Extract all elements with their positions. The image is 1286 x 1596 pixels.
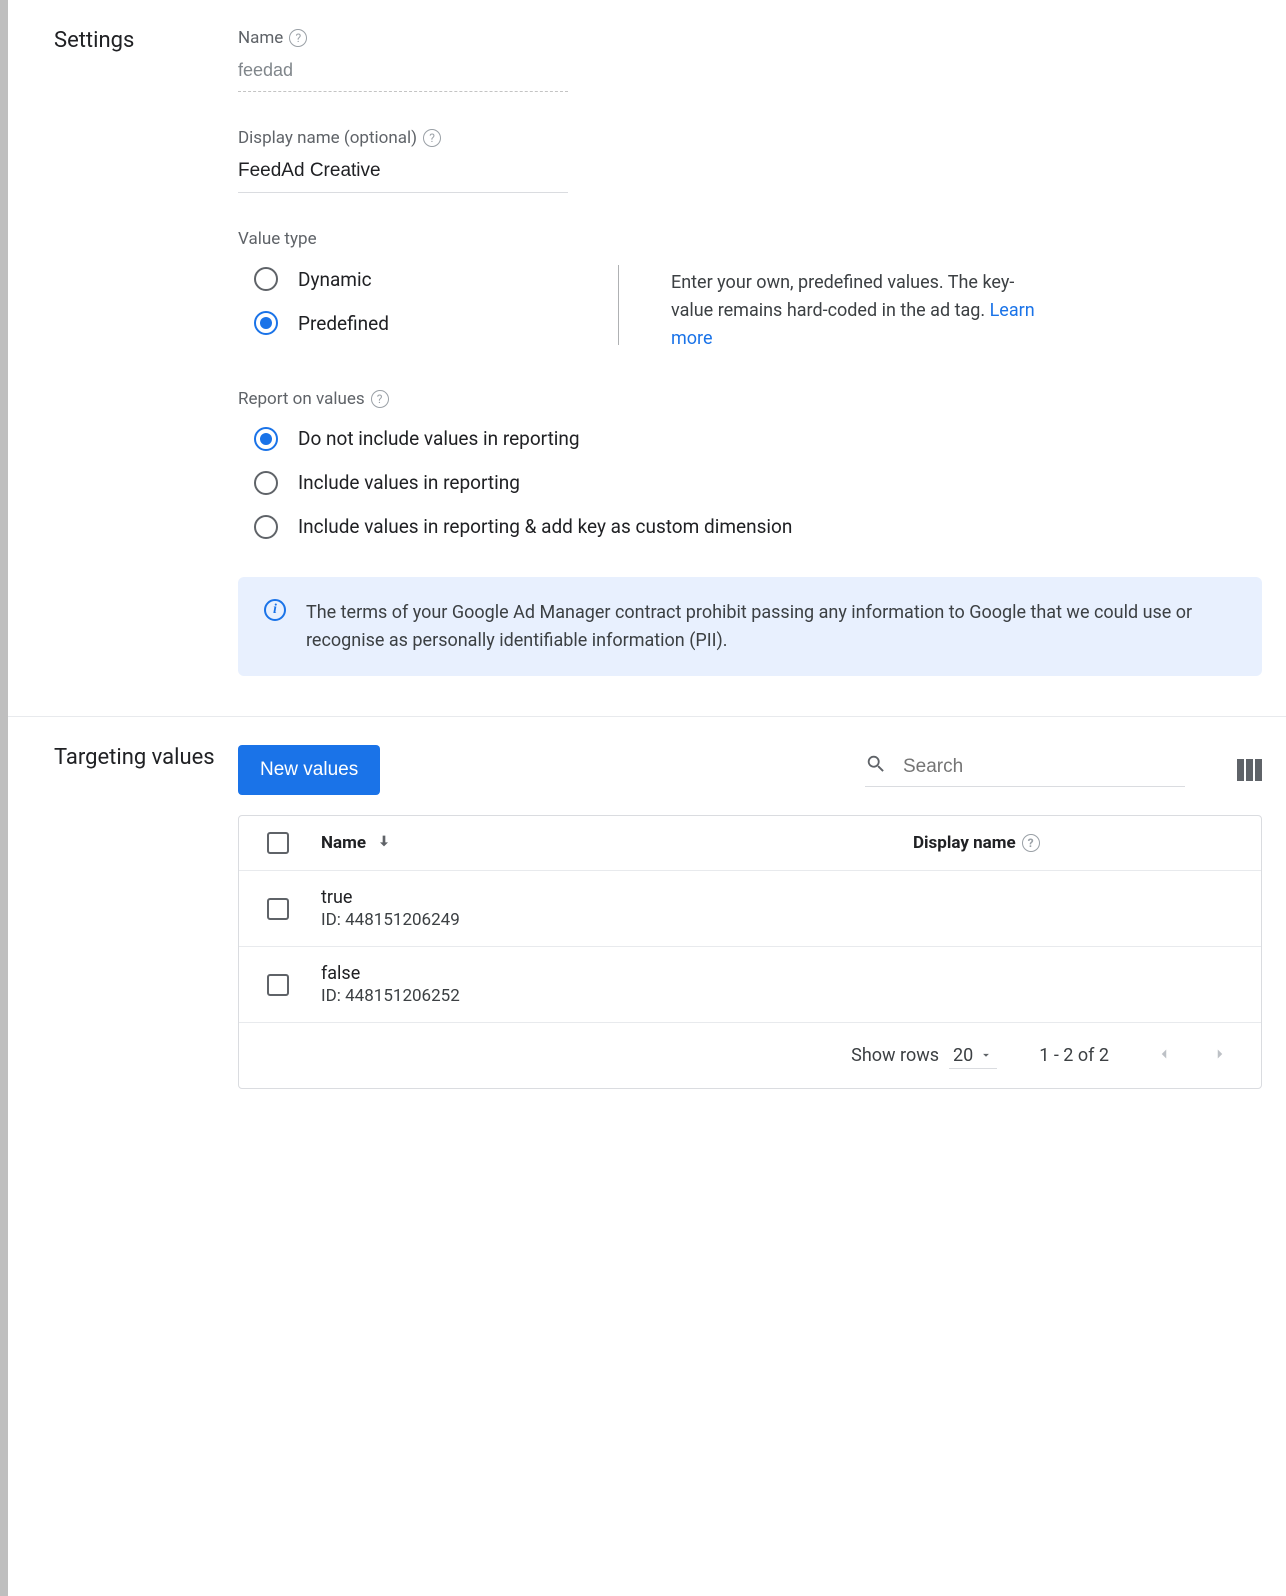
table-row[interactable]: false ID: 448151206252 [239,947,1261,1023]
radio-label: Include values in reporting & add key as… [298,515,792,538]
radio-value-type-predefined[interactable]: Predefined [238,301,618,345]
row-name: false [321,963,913,984]
radio-icon [254,267,278,291]
window-shadow [0,0,8,1596]
radio-icon [254,311,278,335]
help-icon[interactable]: ? [423,129,441,147]
radio-icon [254,427,278,451]
info-text: The terms of your Google Ad Manager cont… [306,599,1236,655]
columns-icon[interactable] [1237,759,1262,781]
prev-page-button[interactable] [1151,1041,1177,1070]
row-checkbox[interactable] [267,974,289,996]
radio-label: Do not include values in reporting [298,427,580,450]
radio-label: Predefined [298,312,389,335]
sort-descending-icon [366,833,392,854]
radio-report-include[interactable]: Include values in reporting [238,461,1262,505]
table-row[interactable]: true ID: 448151206249 [239,871,1261,947]
row-id: ID: 448151206252 [321,986,913,1006]
row-checkbox[interactable] [267,898,289,920]
row-name: true [321,887,913,908]
radio-label: Dynamic [298,268,372,291]
value-type-label: Value type [238,229,317,249]
values-table: Name Display name ? [238,815,1262,1089]
help-icon[interactable]: ? [1022,834,1040,852]
section-divider [8,716,1286,717]
vertical-divider [618,265,619,345]
radio-value-type-dynamic[interactable]: Dynamic [238,257,618,301]
name-input[interactable] [238,56,568,92]
section-targeting-label: Targeting values [8,745,238,1089]
help-icon[interactable]: ? [371,390,389,408]
chevron-down-icon [979,1048,993,1062]
chevron-right-icon [1211,1045,1229,1063]
display-name-field-label: Display name (optional) [238,128,417,148]
page-size-select[interactable]: 20 [949,1043,997,1069]
show-rows-label: Show rows [851,1045,939,1066]
radio-label: Include values in reporting [298,471,520,494]
display-name-input[interactable] [238,156,568,193]
chevron-left-icon [1155,1045,1173,1063]
row-id: ID: 448151206249 [321,910,913,930]
column-header-display-name[interactable]: Display name ? [913,833,1233,853]
radio-icon [254,471,278,495]
pagination-range: 1 - 2 of 2 [1039,1045,1109,1066]
help-icon[interactable]: ? [289,29,307,47]
radio-report-include-dimension[interactable]: Include values in reporting & add key as… [238,505,1262,549]
radio-report-none[interactable]: Do not include values in reporting [238,417,1262,461]
next-page-button[interactable] [1207,1041,1233,1070]
name-field-label: Name [238,28,283,48]
search-input[interactable] [901,755,1185,779]
info-icon: i [264,599,286,621]
radio-icon [254,515,278,539]
search-icon [865,753,887,780]
value-type-help-text: Enter your own, predefined values. The k… [619,257,1039,353]
section-settings-label: Settings [8,28,238,676]
column-header-name[interactable]: Name [321,833,913,854]
new-values-button[interactable]: New values [238,745,380,795]
report-values-label: Report on values [238,389,365,409]
select-all-checkbox[interactable] [267,832,289,854]
pii-info-banner: i The terms of your Google Ad Manager co… [238,577,1262,677]
